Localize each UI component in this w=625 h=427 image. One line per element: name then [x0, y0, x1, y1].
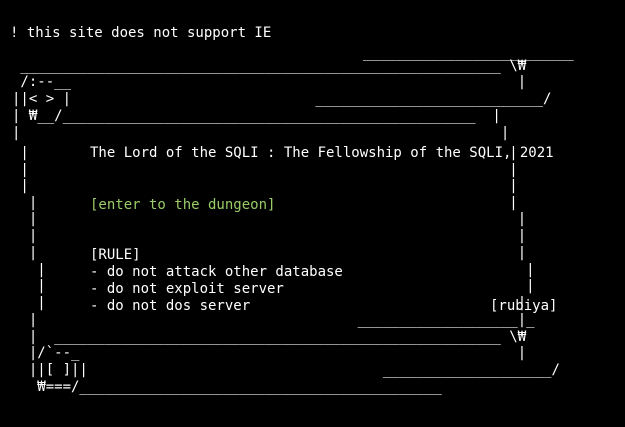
rule-heading: [RULE]: [90, 247, 141, 263]
border-line: | |: [12, 211, 526, 227]
border-line: | |: [12, 228, 526, 244]
enter-dungeon-link[interactable]: [enter to the dungeon]: [90, 197, 275, 213]
enter-dungeon-label: [enter to the dungeon]: [90, 197, 275, 213]
scroll-border: _________________________ ______________…: [12, 45, 574, 395]
rule-item: - do not dos server: [90, 298, 250, 314]
border-line: ₩===/___________________________________…: [12, 379, 442, 395]
border-line: | |: [12, 178, 518, 194]
rule-item: - do not attack other database: [90, 264, 343, 280]
page-title: The Lord of the SQLI : The Fellowship of…: [90, 145, 554, 161]
author-credit: [rubiya]: [490, 298, 557, 314]
border-line: | |: [12, 125, 509, 141]
border-line: ||[ ]|| ____________________/: [12, 362, 560, 378]
border-line: |/`--_ |: [12, 345, 526, 361]
border-line: /:--__ |: [12, 74, 526, 90]
border-line: | ___________________|_: [12, 312, 535, 328]
border-line: | ₩__/__________________________________…: [12, 108, 501, 124]
screen: ! this site does not support IE ________…: [0, 0, 625, 427]
rule-item: - do not exploit server: [90, 281, 284, 297]
border-line: ||< > | ___________________________/: [12, 91, 551, 107]
border-line: | ______________________________________…: [12, 329, 527, 345]
border-line: ________________________________________…: [12, 58, 527, 74]
border-line: | |: [12, 162, 518, 178]
scroll-ascii-art: _________________________ ______________…: [12, 45, 574, 395]
